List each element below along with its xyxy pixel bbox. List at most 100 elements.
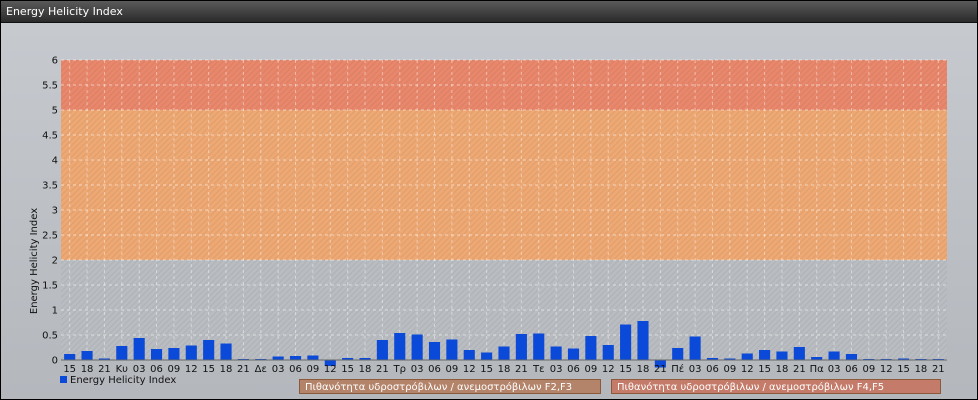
- x-tick-label: 06: [567, 364, 580, 375]
- bar[interactable]: [845, 354, 858, 360]
- x-tick-label: 15: [63, 364, 76, 375]
- x-tick-label: 21: [793, 364, 806, 375]
- bar[interactable]: [463, 350, 475, 360]
- x-tick-label: 15: [619, 364, 632, 375]
- bar[interactable]: [481, 352, 493, 361]
- bar[interactable]: [428, 342, 441, 360]
- x-tick-label: 06: [150, 364, 163, 375]
- title-bar: Energy Helicity Index: [1, 1, 977, 23]
- bar[interactable]: [620, 324, 632, 361]
- x-tick-label: 09: [446, 364, 459, 375]
- x-tick-label: Πα: [810, 364, 825, 375]
- bar[interactable]: [446, 339, 458, 361]
- x-tick-label: 15: [341, 364, 354, 375]
- x-tick-label: 18: [81, 364, 94, 375]
- y-tick-label: 1.5: [42, 281, 58, 292]
- x-tick-label: 06: [289, 364, 302, 375]
- bar[interactable]: [411, 334, 423, 361]
- bar[interactable]: [828, 351, 840, 361]
- bar[interactable]: [776, 351, 788, 361]
- x-tick-label: 21: [237, 364, 250, 375]
- x-tick-label: 21: [654, 364, 667, 375]
- bar[interactable]: [550, 346, 562, 361]
- bar[interactable]: [602, 345, 614, 360]
- x-tick-label: 15: [202, 364, 215, 375]
- bar[interactable]: [394, 333, 406, 360]
- bar[interactable]: [185, 345, 197, 361]
- y-tick-label: 3.5: [42, 181, 58, 192]
- bar[interactable]: [116, 346, 128, 360]
- bar[interactable]: [567, 348, 580, 361]
- x-tick-label: 12: [880, 364, 893, 375]
- x-tick-label: 18: [220, 364, 233, 375]
- x-tick-label: Πέ: [671, 363, 684, 375]
- x-tick-label: 03: [828, 364, 841, 375]
- bar[interactable]: [672, 348, 684, 360]
- bar[interactable]: [515, 334, 527, 360]
- x-tick-label: 15: [897, 364, 910, 375]
- x-tick-label: 09: [723, 364, 736, 375]
- x-tick-label: 18: [637, 364, 650, 375]
- x-tick-label: 03: [272, 364, 285, 375]
- bar-chart: 0 0.5 1 1.5 2 2.5 3 3.5 4 4.5 5 5.5 6 15 18 21 Κυ 03 06 09…: [29, 56, 947, 375]
- x-tick-label: Τρ: [393, 364, 406, 375]
- x-tick-label: 09: [168, 364, 181, 375]
- x-tick-label: 12: [324, 364, 337, 375]
- x-tick-label: 21: [515, 364, 528, 375]
- bar[interactable]: [498, 346, 510, 361]
- x-tick-label: 21: [376, 364, 389, 375]
- bar[interactable]: [64, 354, 76, 360]
- x-tick-label: 12: [463, 364, 476, 375]
- y-tick-label: 2: [52, 256, 58, 267]
- bar[interactable]: [81, 351, 93, 360]
- y-tick-label: 2.5: [42, 231, 58, 242]
- x-tick-label: Δε: [255, 364, 267, 375]
- x-tick-label: 12: [185, 364, 198, 375]
- y-tick-label: 0: [52, 356, 58, 367]
- bar[interactable]: [533, 333, 545, 361]
- window-title: Energy Helicity Index: [6, 5, 123, 18]
- legend-series-name: Energy Helicity Index: [70, 375, 177, 386]
- x-tick-label: 18: [776, 364, 789, 375]
- y-tick-label: 3: [52, 206, 58, 217]
- bar[interactable]: [289, 356, 302, 360]
- bar[interactable]: [272, 356, 284, 361]
- x-tick-label: 03: [689, 364, 702, 375]
- bar[interactable]: [220, 343, 232, 361]
- bar[interactable]: [585, 336, 597, 360]
- band-legend-f4f5: Πιθανότητα υδροστρόβιλων / ανεμοστρόβιλω…: [611, 379, 941, 394]
- y-tick-label: 5.5: [42, 81, 58, 92]
- bar[interactable]: [637, 321, 649, 360]
- legend-swatch: [60, 376, 67, 383]
- bar[interactable]: [759, 350, 771, 360]
- x-tick-label: 03: [411, 364, 424, 375]
- bar[interactable]: [376, 340, 388, 360]
- x-tick-label: 21: [932, 364, 945, 375]
- bar[interactable]: [741, 353, 753, 361]
- legend: Energy Helicity Index: [60, 375, 176, 386]
- x-tick-label: 12: [741, 364, 754, 375]
- bar[interactable]: [168, 348, 180, 360]
- band-legend-f2f3: Πιθανότητα υδροστρόβιλων / ανεμοστρόβιλω…: [299, 379, 601, 394]
- x-tick-label: Κυ: [116, 364, 129, 375]
- y-tick-label: 0.5: [42, 331, 58, 342]
- x-tick-label: 12: [602, 364, 615, 375]
- x-tick-label: 18: [359, 364, 372, 375]
- bar[interactable]: [133, 338, 145, 360]
- x-tick-label: Τε: [532, 364, 545, 375]
- bar[interactable]: [307, 355, 319, 361]
- x-tick-label: 09: [862, 364, 875, 375]
- y-axis-label: Energy Helicity Index: [29, 208, 40, 314]
- y-tick-label: 4: [52, 156, 58, 167]
- y-tick-label: 1: [52, 306, 58, 317]
- bar[interactable]: [689, 336, 701, 361]
- bar[interactable]: [203, 340, 215, 360]
- x-tick-label: 03: [550, 364, 563, 375]
- bar[interactable]: [793, 347, 805, 360]
- x-tick-label: 09: [584, 364, 597, 375]
- y-tick-label: 5: [52, 106, 58, 117]
- x-tick-label: 18: [498, 364, 511, 375]
- bar[interactable]: [150, 349, 163, 360]
- x-tick-label: 06: [428, 364, 441, 375]
- chart-window: Energy Helicity Index 0 0.5 1 1.5 2 2.5 3 3.5 4 4…: [0, 0, 978, 400]
